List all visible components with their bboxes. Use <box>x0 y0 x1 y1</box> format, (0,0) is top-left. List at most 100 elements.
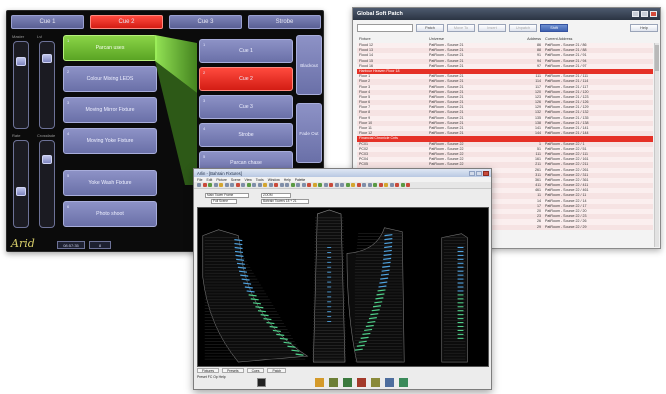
menu-item[interactable]: Window <box>268 178 280 182</box>
cue-tab-strobe[interactable]: Strobe <box>248 15 321 29</box>
cue-button[interactable]: 1 Cue 1 <box>199 39 293 63</box>
toolbar-icon[interactable] <box>367 183 372 187</box>
effect-button[interactable]: 3 Moving Mirror Fixture <box>63 97 157 123</box>
toolbar-icon[interactable] <box>384 183 388 187</box>
menu-item[interactable]: File <box>197 178 202 182</box>
fade-out-button[interactable]: Fade Out <box>296 103 322 163</box>
toolbar-icon[interactable] <box>329 183 333 187</box>
fader-knob[interactable] <box>16 57 26 67</box>
fader-master[interactable] <box>13 41 29 129</box>
cue-button[interactable]: 4 Strobe <box>199 123 293 147</box>
toolbar-icon[interactable] <box>345 183 350 187</box>
toolbar-icon[interactable] <box>285 183 289 187</box>
preset-icon[interactable] <box>315 378 324 387</box>
zoom-select[interactable]: ZOOM <box>261 193 291 198</box>
effect-button[interactable]: 1 Parcan uses <box>63 35 157 61</box>
universe-select[interactable] <box>357 24 413 32</box>
menu-item[interactable]: Picture <box>216 178 227 182</box>
cue-tab-3[interactable]: Cue 3 <box>169 15 242 29</box>
toolbar-icon[interactable] <box>362 183 366 187</box>
menu-item[interactable]: Tools <box>256 178 264 182</box>
effect-button[interactable]: 6 Photo shoot <box>63 201 157 227</box>
toolbar-icon[interactable] <box>235 183 240 187</box>
toolbar-icon[interactable] <box>208 183 212 187</box>
toolbar-icon[interactable] <box>274 183 278 187</box>
toolbar-icon[interactable] <box>246 183 251 187</box>
fader-knob[interactable] <box>16 187 26 197</box>
mode-select[interactable]: Full Scene <box>211 199 237 204</box>
close-icon[interactable] <box>483 170 489 176</box>
insert-button[interactable]: Insert <box>478 24 506 32</box>
tab-fixtures[interactable]: Fixtures <box>197 368 220 373</box>
tab-patch[interactable]: Patch <box>267 368 287 373</box>
effect-button[interactable]: 2 Colour Mixing LEDS <box>63 66 157 92</box>
toolbar-icon[interactable] <box>356 183 361 187</box>
toolbar-icon[interactable] <box>334 183 339 187</box>
unpatch-button[interactable]: Unpatch <box>509 24 537 32</box>
preset-icon[interactable] <box>385 378 394 387</box>
cue-button[interactable]: 2 Cue 2 <box>199 67 293 91</box>
help-button[interactable]: Help <box>630 24 658 32</box>
menu-item[interactable]: Edit <box>206 178 212 182</box>
tab-cues[interactable]: Cues <box>246 368 265 373</box>
menu-item[interactable]: View <box>245 178 252 182</box>
toolbar-icon[interactable] <box>373 183 377 187</box>
color-swatch[interactable] <box>257 378 266 387</box>
toolbar-icon[interactable] <box>340 183 344 187</box>
scrollbar-thumb[interactable] <box>655 45 659 71</box>
fader-knob[interactable] <box>42 54 52 64</box>
patch-scrollbar[interactable] <box>654 43 659 247</box>
menu-item[interactable]: Palette <box>295 178 306 182</box>
toolbar-icon[interactable] <box>351 183 355 187</box>
view-select[interactable]: Main Tower Frame <box>205 193 249 198</box>
cue-tab-1[interactable]: Cue 1 <box>11 15 84 29</box>
fader-crossfade[interactable] <box>39 140 55 228</box>
toolbar-icon[interactable] <box>268 183 273 187</box>
toolbar-icon[interactable] <box>296 183 300 187</box>
toolbar-icon[interactable] <box>224 183 229 187</box>
toolbar-icon[interactable] <box>279 183 284 187</box>
blackout-button[interactable]: Blackout <box>296 35 322 95</box>
menu-item[interactable]: Scene <box>231 178 241 182</box>
toolbar-icon[interactable] <box>318 183 322 187</box>
preset-icon[interactable] <box>329 378 338 387</box>
render-viewport[interactable] <box>197 207 489 367</box>
effect-button[interactable]: 5 Yoke Wash Fixture <box>63 170 157 196</box>
toolbar-icon[interactable] <box>406 183 410 187</box>
toolbar-icon[interactable] <box>389 183 394 187</box>
toolbar-icon[interactable] <box>241 183 245 187</box>
preset-icon[interactable] <box>343 378 352 387</box>
toolbar-icon[interactable] <box>301 183 306 187</box>
effect-button[interactable]: 4 Moving Yoke Fixture <box>63 128 157 154</box>
minimize-icon[interactable] <box>632 11 639 17</box>
preset-icon[interactable] <box>371 378 380 387</box>
patch-button[interactable]: Patch <box>416 24 444 32</box>
toolbar-icon[interactable] <box>323 183 328 187</box>
toolbar-icon[interactable] <box>312 183 317 187</box>
toolbar-icon[interactable] <box>378 183 383 187</box>
fader-level[interactable] <box>39 41 55 129</box>
cue-tab-2[interactable]: Cue 2 <box>90 15 163 29</box>
minimize-icon[interactable] <box>469 170 475 176</box>
layer-select[interactable]: Bahrain Towers 18 + 21 <box>261 199 309 204</box>
fader-knob[interactable] <box>42 154 52 164</box>
toolbar-icon[interactable] <box>400 183 405 187</box>
move-to-button[interactable]: Move To <box>447 24 475 32</box>
maximize-icon[interactable] <box>641 11 648 17</box>
toolbar-icon[interactable] <box>230 183 234 187</box>
toolbar-icon[interactable] <box>290 183 295 187</box>
preset-icon[interactable] <box>357 378 366 387</box>
shift-button[interactable]: Shift <box>540 24 568 32</box>
preset-icon[interactable] <box>399 378 408 387</box>
toolbar-icon[interactable] <box>197 183 201 187</box>
toolbar-icon[interactable] <box>252 183 256 187</box>
maximize-icon[interactable] <box>476 170 482 176</box>
fader-rate[interactable] <box>13 140 29 228</box>
toolbar-icon[interactable] <box>219 183 223 187</box>
toolbar-icon[interactable] <box>213 183 218 187</box>
tab-presets[interactable]: Presets <box>222 368 244 373</box>
toolbar-icon[interactable] <box>395 183 399 187</box>
menu-item[interactable]: Help <box>284 178 291 182</box>
toolbar-icon[interactable] <box>202 183 207 187</box>
toolbar-icon[interactable] <box>257 183 262 187</box>
